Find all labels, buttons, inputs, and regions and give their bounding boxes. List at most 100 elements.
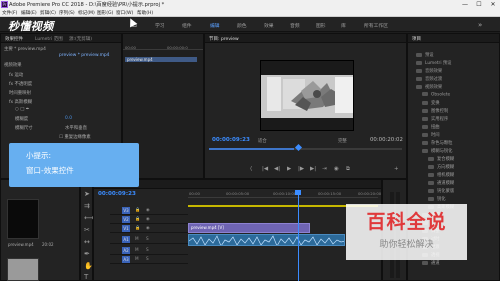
insert-button[interactable]: ⇥	[322, 166, 327, 172]
list-item[interactable]: 锐化	[428, 196, 446, 202]
mute-icon[interactable]: M	[135, 236, 139, 241]
track-label[interactable]: A1	[122, 236, 130, 243]
menu-sequence[interactable]: 序列(S)	[59, 10, 75, 16]
sequence-thumbnail[interactable]	[7, 258, 39, 281]
repeat-edge-checkbox[interactable]: ☐ 重复边缘像素	[59, 134, 91, 140]
fx-gaussian-blur[interactable]: fx 高斯模糊	[9, 99, 32, 105]
tab-source[interactable]: 源:(无剪辑)	[69, 36, 92, 42]
menu-edit[interactable]: 编辑(E)	[21, 10, 37, 16]
audio-clip[interactable]	[188, 234, 345, 246]
solo-icon[interactable]: S	[146, 256, 149, 261]
workspace-audio[interactable]: 音频	[290, 22, 300, 29]
list-item[interactable]: 实用程序	[422, 116, 448, 122]
list-item[interactable]: 变换	[422, 100, 440, 106]
playhead-handle[interactable]	[295, 190, 301, 195]
list-item[interactable]: 扭曲	[422, 124, 440, 130]
timeline-ruler[interactable]: 00:00 00:00:05:00 00:00:10:00 00:00:15:0…	[188, 190, 381, 198]
track-select-icon[interactable]: ⇉	[84, 202, 90, 210]
list-item[interactable]: 预设	[416, 52, 434, 58]
tab-lumetri-scopes[interactable]: Lumetri 范围	[35, 36, 63, 42]
solo-icon[interactable]: S	[146, 247, 149, 252]
blur-dimensions-select[interactable]: 水平和垂直	[65, 125, 87, 131]
list-item[interactable]: 模糊与锐化	[422, 148, 452, 154]
fit-select[interactable]: 适合	[258, 138, 267, 144]
video-clip[interactable]: preview.mp4 [V]	[188, 223, 310, 233]
pen-tool-icon[interactable]: ✒	[84, 250, 90, 258]
tab-program[interactable]: 节目: preview	[209, 36, 239, 42]
selection-tool-icon[interactable]: ➤	[84, 190, 90, 198]
tab-effect-controls[interactable]: 效果控件	[5, 36, 23, 42]
mask-tools-icon[interactable]: ○ □ ✒	[15, 107, 29, 112]
fx-time-remap[interactable]: 时间重映射	[9, 90, 31, 96]
razor-tool-icon[interactable]: ✂	[84, 226, 90, 234]
tab-project[interactable]: 项目	[412, 36, 421, 42]
eye-icon[interactable]: ◉	[146, 225, 150, 230]
source-label[interactable]: 主要 * preview.mp4	[4, 46, 46, 52]
eye-icon[interactable]: ◉	[146, 207, 150, 212]
mute-icon[interactable]: M	[135, 256, 139, 261]
export-frame-button[interactable]: ◉	[334, 166, 339, 172]
workspace-editing[interactable]: 编辑	[210, 22, 220, 29]
track-label[interactable]: V2	[122, 216, 130, 223]
program-scrubber[interactable]	[209, 148, 402, 150]
compare-button[interactable]: ⧉	[346, 166, 350, 173]
mute-icon[interactable]: M	[135, 247, 139, 252]
menu-marker[interactable]: 标记(M)	[78, 10, 95, 16]
track-label[interactable]: V3	[122, 207, 130, 214]
blurriness-value[interactable]: 0.0	[65, 116, 72, 121]
menu-file[interactable]: 文件(F)	[2, 10, 17, 16]
list-item[interactable]: 时间	[422, 132, 440, 138]
list-item[interactable]: 杂色与颗粒	[422, 140, 452, 146]
button-editor[interactable]: +	[394, 166, 399, 172]
fx-clip-bar[interactable]: preview.mp4	[125, 57, 197, 62]
workspace-assembly[interactable]: 组件	[182, 22, 192, 29]
list-item[interactable]: 音频效果	[416, 68, 442, 74]
type-tool-icon[interactable]: T	[84, 273, 88, 281]
workspace-graphics[interactable]: 图形	[316, 22, 326, 29]
list-item[interactable]: 相机模糊	[428, 172, 454, 178]
list-item[interactable]: 视频效果	[416, 84, 442, 90]
go-to-out-button[interactable]: ▶|	[310, 166, 316, 172]
clip-label[interactable]: preview * preview.mp4	[59, 53, 109, 58]
workspace-effects[interactable]: 效果	[264, 22, 274, 29]
close-button[interactable]: ✕	[486, 0, 500, 9]
maximize-button[interactable]: ☐	[472, 0, 486, 9]
track-label[interactable]: V1	[122, 225, 130, 232]
clip-thumbnail[interactable]	[7, 199, 39, 239]
list-item[interactable]: 图像控制	[422, 108, 448, 114]
program-timecode[interactable]: 00:00:09:23	[212, 137, 250, 143]
list-item[interactable]: 复合模糊	[428, 156, 454, 162]
menu-window[interactable]: 窗口(W)	[116, 10, 133, 16]
list-item[interactable]: Lumetri 预设	[416, 60, 451, 66]
fx-motion[interactable]: fx 运动	[9, 72, 23, 78]
list-item[interactable]: Obsolete	[422, 92, 450, 98]
minimize-button[interactable]: —	[458, 0, 472, 9]
lock-icon[interactable]: 🔒	[135, 225, 140, 231]
solo-icon[interactable]: S	[146, 236, 149, 241]
eye-icon[interactable]: ◉	[146, 216, 150, 221]
track-label[interactable]: A2	[122, 247, 130, 254]
workspace-libraries[interactable]: 库	[341, 22, 346, 29]
menu-clip[interactable]: 剪辑(C)	[40, 10, 56, 16]
step-back-button[interactable]: ◀|	[274, 166, 280, 172]
menu-help[interactable]: 帮助(H)	[137, 10, 153, 16]
more-icon[interactable]: »	[478, 21, 482, 29]
add-marker-button[interactable]: ⟨	[250, 166, 252, 172]
play-button[interactable]: ▶	[287, 166, 291, 172]
hand-tool-icon[interactable]: ✋	[84, 262, 93, 270]
list-item[interactable]: 方向模糊	[428, 164, 454, 170]
list-item[interactable]: 通道模糊	[428, 180, 454, 186]
slip-tool-icon[interactable]: ↔	[84, 238, 90, 246]
step-forward-button[interactable]: |▶	[298, 166, 304, 172]
fx-opacity[interactable]: fx 不透明度	[9, 81, 32, 87]
workspace-learn[interactable]: 学习	[155, 22, 165, 29]
timeline-playhead[interactable]	[295, 190, 301, 281]
list-item[interactable]: 音频过渡	[416, 76, 442, 82]
workspace-color[interactable]: 颜色	[237, 22, 247, 29]
track-label[interactable]: A3	[122, 256, 130, 263]
resolution-select[interactable]: 完整	[338, 138, 347, 144]
lock-icon[interactable]: 🔒	[135, 216, 140, 222]
workspace-all[interactable]: 所有工作区	[364, 22, 388, 29]
timeline-timecode[interactable]: 00:00:09:23	[98, 191, 136, 197]
list-item[interactable]: 通道	[422, 260, 440, 266]
